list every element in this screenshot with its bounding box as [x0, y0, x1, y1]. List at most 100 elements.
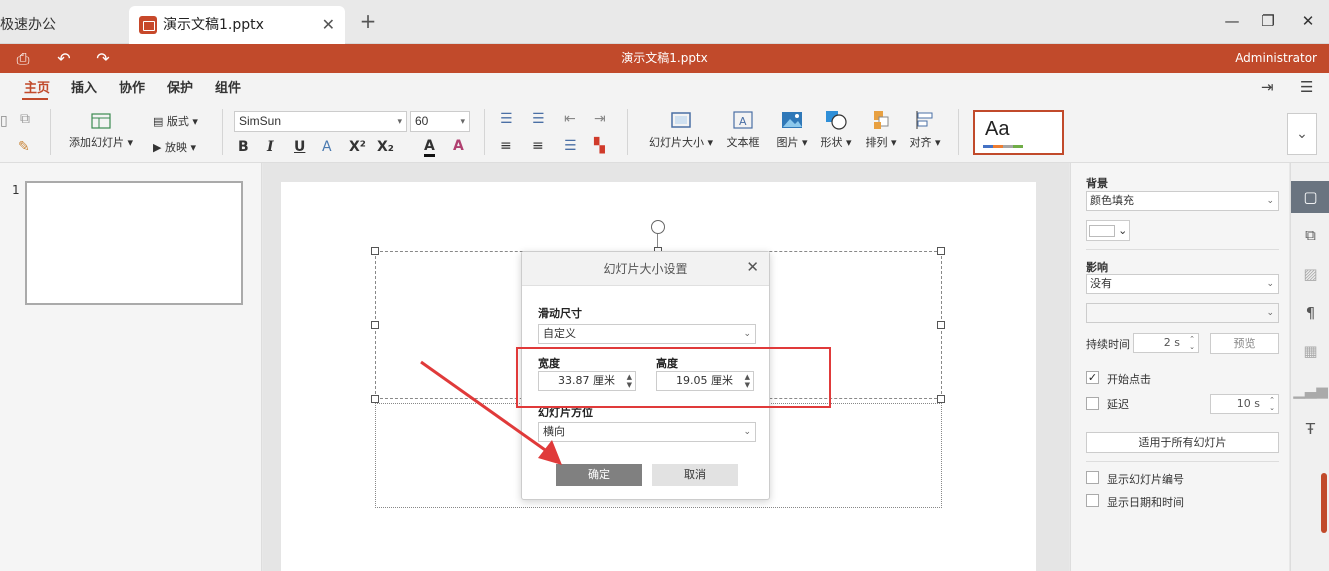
menu-insert[interactable]: 插入	[71, 77, 97, 96]
decrease-indent-icon[interactable]: ⇤	[564, 111, 576, 127]
chart-settings-icon[interactable]: ▁▃▅	[1291, 374, 1329, 406]
menu-components[interactable]: 组件	[215, 77, 241, 96]
ok-button[interactable]: 确定	[556, 464, 642, 486]
close-icon[interactable]: ✕	[746, 258, 759, 276]
redo-icon[interactable]: ↷	[93, 49, 113, 68]
svg-text:A: A	[739, 115, 747, 128]
resize-handle[interactable]	[371, 321, 379, 329]
copy-icon[interactable]: ⧉	[20, 111, 30, 127]
resize-handle[interactable]	[371, 395, 379, 403]
resize-handle[interactable]	[937, 247, 945, 255]
text-art-settings-icon[interactable]: Ŧ	[1291, 413, 1329, 445]
resize-handle[interactable]	[937, 395, 945, 403]
strikethrough-icon[interactable]: A	[322, 139, 332, 155]
slide-settings-icon[interactable]: ▢	[1291, 181, 1329, 213]
minimize-icon[interactable]: —	[1222, 12, 1242, 30]
duration-input[interactable]: 2 s ⌃ ⌄	[1133, 333, 1199, 353]
underline-icon[interactable]: U	[294, 139, 305, 155]
shape-label: 形状	[820, 136, 843, 149]
slide-thumbnails-panel: 1	[0, 163, 262, 571]
text-direction-icon[interactable]: ☰	[564, 138, 577, 154]
cancel-button[interactable]: 取消	[652, 464, 738, 486]
color-swatch	[1088, 225, 1115, 237]
orientation-select[interactable]: 横向 ⌄	[538, 422, 756, 442]
shape-settings-icon[interactable]: ⧉	[1291, 219, 1329, 251]
print-icon[interactable]: ⎙	[13, 49, 33, 69]
highlight-color-icon[interactable]: A	[453, 138, 464, 154]
delay-input[interactable]: 10 s ⌃ ⌄	[1210, 394, 1279, 414]
font-size-select[interactable]: 60 ▾	[410, 111, 470, 132]
window-close-icon[interactable]: ✕	[1298, 12, 1318, 30]
arrange-icon	[874, 111, 889, 129]
size-select[interactable]: 自定义 ⌄	[538, 324, 756, 344]
ribbon-separator	[484, 109, 485, 155]
bullet-list-icon[interactable]: ☰	[500, 111, 513, 127]
image-button[interactable]: 图片 ▾	[772, 110, 812, 150]
numbered-list-icon[interactable]: ☰	[532, 111, 545, 127]
slide-size-button[interactable]: 幻灯片大小 ▾	[646, 110, 716, 150]
show-slide-number-checkbox[interactable]	[1086, 471, 1099, 484]
background-fill-select[interactable]: 颜色填充 ⌄	[1086, 191, 1279, 211]
font-color-icon[interactable]: A	[424, 138, 435, 157]
chevron-down-icon[interactable]: ⌄	[1287, 113, 1317, 155]
format-painter-icon[interactable]: ✎	[18, 139, 30, 155]
arrange-button[interactable]: 排列 ▾	[862, 110, 900, 150]
image-settings-icon[interactable]: ▨	[1291, 258, 1329, 290]
menu-home[interactable]: 主页	[24, 77, 50, 96]
subscript-icon[interactable]: X₂	[377, 139, 394, 155]
effect-select[interactable]: 没有 ⌄	[1086, 274, 1279, 294]
layout-label: 版式	[166, 115, 189, 128]
menu-collaborate[interactable]: 协作	[119, 77, 145, 96]
paste-icon[interactable]: ▯	[0, 113, 8, 129]
slide-thumbnail[interactable]	[25, 181, 243, 305]
apply-to-all-button[interactable]: 适用于所有幻灯片	[1086, 432, 1279, 453]
slide-size-label: 幻灯片大小	[648, 136, 704, 149]
new-tab-button[interactable]: +	[356, 10, 380, 34]
delay-checkbox[interactable]	[1086, 397, 1099, 410]
table-settings-icon[interactable]: ▦	[1291, 335, 1329, 367]
layout-button[interactable]: ▤ 版式 ▾	[153, 113, 198, 129]
scrollbar[interactable]	[1321, 473, 1327, 533]
tab-close-icon[interactable]: ✕	[322, 6, 335, 44]
restore-icon[interactable]: ❐	[1258, 12, 1278, 30]
line-spacing-icon[interactable]: ≡	[532, 138, 544, 154]
ribbon-separator	[958, 109, 959, 155]
open-location-icon[interactable]: ⇥	[1261, 78, 1274, 96]
menu-protect[interactable]: 保护	[167, 77, 193, 96]
undo-icon[interactable]: ↶	[54, 49, 74, 68]
align-icon	[916, 111, 933, 129]
duration-label: 持续时间	[1086, 338, 1130, 351]
preview-button[interactable]: 预览	[1210, 333, 1279, 354]
tab-document[interactable]: 演示文稿1.pptx ✕	[129, 6, 345, 44]
fill-color-icon[interactable]: ▚	[594, 138, 605, 154]
show-date-time-label: 显示日期和时间	[1107, 496, 1184, 509]
resize-handle[interactable]	[937, 321, 945, 329]
spinner-icon[interactable]: ⌃ ⌄	[1189, 335, 1195, 351]
add-slide-button[interactable]: 添加幻灯片 ▾	[66, 110, 136, 150]
superscript-icon[interactable]: X²	[349, 139, 366, 155]
shape-button[interactable]: 形状 ▾	[817, 110, 855, 150]
align-button[interactable]: 对齐 ▾	[906, 110, 944, 150]
italic-icon[interactable]: I	[267, 139, 274, 155]
effect-type-select[interactable]: ⌄	[1086, 303, 1279, 323]
shape-icon	[826, 111, 847, 130]
spinner-icon[interactable]: ⌃ ⌄	[1269, 396, 1275, 412]
tab-speed-office[interactable]: 极速办公	[0, 6, 128, 44]
paragraph-settings-icon[interactable]: ¶	[1291, 297, 1329, 329]
bold-icon[interactable]: B	[238, 139, 249, 155]
dialog-title: 幻灯片大小设置	[603, 262, 688, 276]
resize-handle[interactable]	[371, 247, 379, 255]
document-title: 演示文稿1.pptx	[621, 51, 708, 65]
hamburger-menu-icon[interactable]: ☰	[1300, 78, 1313, 96]
textbox-button[interactable]: A 文本框	[724, 110, 762, 150]
increase-indent-icon[interactable]: ⇥	[594, 111, 606, 127]
theme-preview[interactable]: Aa	[973, 110, 1064, 155]
start-on-click-checkbox[interactable]: ✓	[1086, 371, 1099, 384]
show-date-time-checkbox[interactable]	[1086, 494, 1099, 507]
font-family-select[interactable]: SimSun ▾	[234, 111, 407, 132]
color-picker-button[interactable]: ⌄	[1086, 220, 1130, 241]
chevron-down-icon: ▾	[397, 116, 402, 126]
align-text-icon[interactable]: ≡	[500, 138, 512, 154]
rotate-handle-icon[interactable]	[651, 220, 665, 234]
play-button[interactable]: ▶ 放映 ▾	[153, 139, 196, 155]
